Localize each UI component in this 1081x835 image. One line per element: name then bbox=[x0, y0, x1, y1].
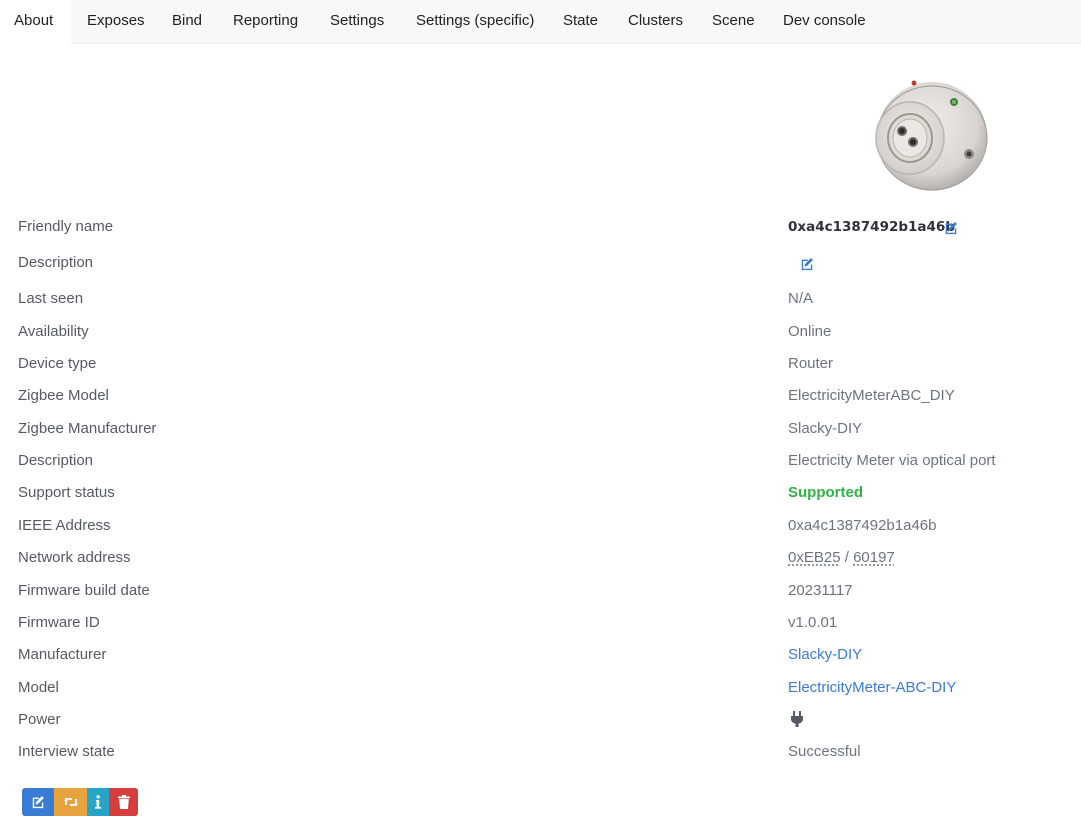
tab-exposes[interactable]: Exposes bbox=[73, 0, 159, 44]
network-address-dec: 60197 bbox=[853, 549, 895, 566]
description-value: Electricity Meter via optical port bbox=[788, 452, 996, 469]
tab-about[interactable]: About bbox=[0, 0, 71, 44]
friendly-name-label: Friendly name bbox=[18, 218, 114, 235]
description-edit-label: Description bbox=[18, 254, 94, 271]
edit-friendly-name-icon[interactable] bbox=[944, 221, 958, 235]
network-address-hex: 0xEB25 bbox=[788, 549, 841, 566]
interview-state-label: Interview state bbox=[18, 743, 115, 760]
network-address-label: Network address bbox=[18, 549, 131, 566]
last-seen-label: Last seen bbox=[18, 290, 84, 307]
support-status-label: Support status bbox=[18, 484, 115, 501]
tab-clusters[interactable]: Clusters bbox=[614, 0, 697, 44]
description-label: Description bbox=[18, 452, 94, 469]
interview-button[interactable] bbox=[87, 788, 109, 816]
zigbee-model-value: ElectricityMeterABC_DIY bbox=[788, 387, 955, 404]
last-seen-value: N/A bbox=[788, 290, 814, 307]
tab-dev-console[interactable]: Dev console bbox=[769, 0, 880, 44]
firmware-build-date-value: 20231117 bbox=[788, 582, 853, 599]
manufacturer-link[interactable]: Slacky-DIY bbox=[788, 646, 862, 663]
firmware-id-value: v1.0.01 bbox=[788, 614, 838, 631]
device-type-value: Router bbox=[788, 355, 834, 372]
zigbee-model-label: Zigbee Model bbox=[18, 387, 109, 404]
tab-bar: About Exposes Bind Reporting Settings Se… bbox=[0, 0, 1081, 44]
model-label: Model bbox=[18, 679, 59, 696]
tab-settings-specific[interactable]: Settings (specific) bbox=[402, 0, 548, 44]
tab-scene[interactable]: Scene bbox=[698, 0, 769, 44]
firmware-build-date-label: Firmware build date bbox=[18, 582, 150, 599]
edit-icon bbox=[32, 796, 44, 809]
edit-description-icon[interactable] bbox=[800, 257, 814, 271]
network-address-value: 0xEB25 / 60197 bbox=[788, 549, 895, 566]
friendly-name-value: 0xa4c1387492b1a46b bbox=[788, 219, 955, 235]
model-link[interactable]: ElectricityMeter-ABC-DIY bbox=[788, 679, 956, 696]
network-address-separator: / bbox=[840, 549, 854, 566]
firmware-id-label: Firmware ID bbox=[18, 614, 100, 631]
tab-reporting[interactable]: Reporting bbox=[219, 0, 312, 44]
zigbee-manufacturer-label: Zigbee Manufacturer bbox=[18, 420, 157, 437]
power-label: Power bbox=[18, 711, 61, 728]
availability-label: Availability bbox=[18, 323, 89, 340]
rename-button[interactable] bbox=[22, 788, 54, 816]
remove-button[interactable] bbox=[109, 788, 138, 816]
info-icon bbox=[95, 795, 101, 809]
plug-icon bbox=[791, 711, 803, 727]
tab-state[interactable]: State bbox=[549, 0, 612, 44]
interview-state-value: Successful bbox=[788, 743, 861, 760]
support-status-value: Supported bbox=[788, 484, 863, 501]
ieee-address-value: 0xa4c1387492b1a46b bbox=[788, 517, 937, 534]
manufacturer-label: Manufacturer bbox=[18, 646, 107, 663]
tab-settings[interactable]: Settings bbox=[316, 0, 398, 44]
device-actions bbox=[22, 788, 138, 816]
device-type-label: Device type bbox=[18, 355, 97, 372]
zigbee-manufacturer-value: Slacky-DIY bbox=[788, 420, 863, 437]
availability-value: Online bbox=[788, 323, 832, 340]
tab-bind[interactable]: Bind bbox=[158, 0, 216, 44]
retweet-icon bbox=[63, 798, 78, 806]
trash-icon bbox=[117, 795, 130, 809]
device-image bbox=[875, 80, 988, 191]
ieee-address-label: IEEE Address bbox=[18, 517, 111, 534]
reconfigure-button[interactable] bbox=[54, 788, 87, 816]
